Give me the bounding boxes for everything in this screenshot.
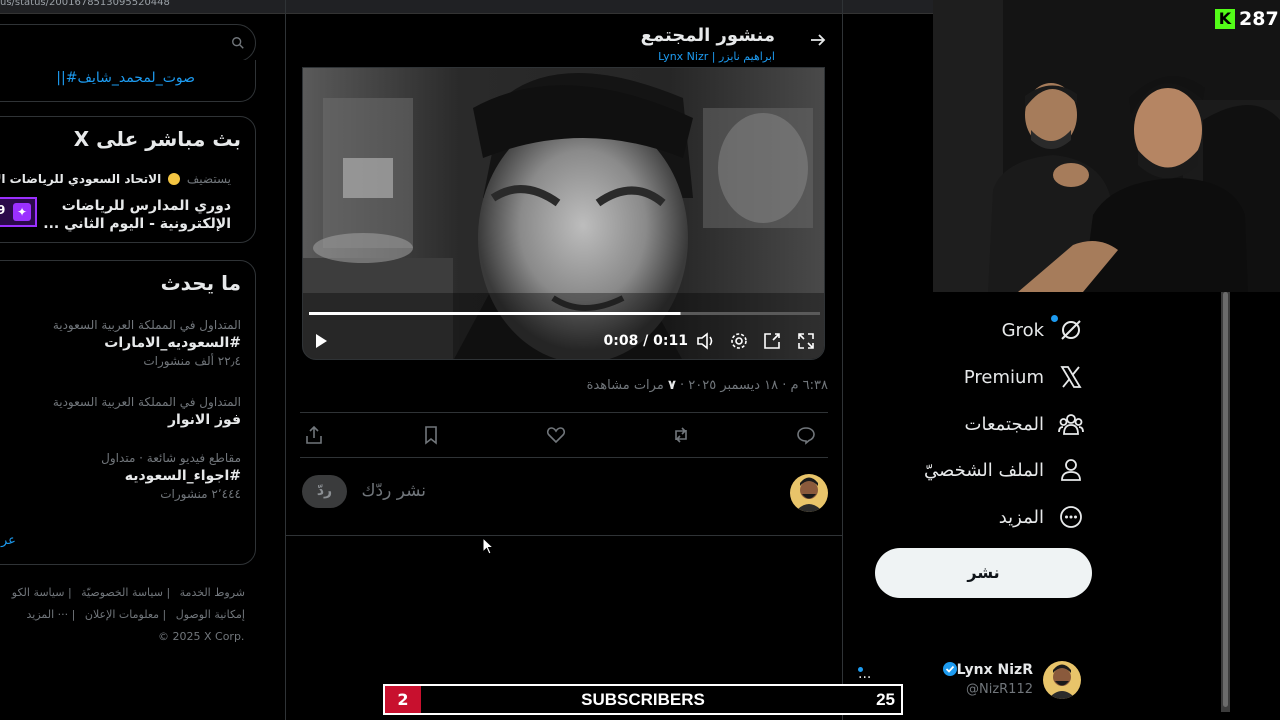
- subscriber-current: 2: [385, 686, 421, 713]
- pip-icon[interactable]: [763, 332, 781, 350]
- scrollbar-thumb[interactable]: [1223, 292, 1228, 707]
- trend-context: المتداول في المملكة العربية السعودية: [52, 318, 241, 332]
- divider: [300, 412, 828, 413]
- trend-item[interactable]: مقاطع فيديو شائعة · متداول #اجواء_السعود…: [11, 450, 241, 502]
- avatar-image: [790, 474, 828, 512]
- video-time: 0:08 / 0:11: [603, 333, 688, 349]
- kick-viewer-badge: K 287: [1215, 7, 1279, 31]
- nav-item-grok[interactable]: Grok: [1002, 312, 1084, 348]
- notification-dot: [1051, 315, 1058, 322]
- cookie-link[interactable]: سياسة الكو: [12, 586, 65, 599]
- search-icon: [232, 37, 244, 49]
- views-label: مرات مشاهدة: [586, 378, 664, 393]
- hashtag-card: ||#صوت_لمحمد_شايف: [0, 60, 256, 102]
- trend-item[interactable]: المتداول في المملكة العربية السعودية فوز…: [11, 394, 241, 430]
- post-header-subtitle[interactable]: Lynx Nizr | ابراهيم نايزر: [560, 50, 775, 63]
- divider: [285, 535, 843, 536]
- settings-gear-icon[interactable]: [730, 332, 748, 350]
- url-text: us/status/2001678513095520448: [0, 0, 170, 8]
- account-handle: @NizR112: [965, 682, 1033, 697]
- accessibility-link[interactable]: إمكانية الوصول: [176, 608, 245, 621]
- whats-happening-card: ما يحدث المتداول في المملكة العربية السع…: [0, 260, 256, 565]
- x-logo-icon: [1060, 366, 1082, 388]
- play-icon[interactable]: [313, 333, 329, 349]
- trend-context: مقاطع فيديو شائعة · متداول: [101, 451, 241, 465]
- hashtag-link[interactable]: ||#صوت_لمحمد_شايف: [56, 70, 195, 86]
- spaces-icon: ✦: [13, 203, 31, 221]
- reply-icon[interactable]: [796, 425, 816, 445]
- live-host[interactable]: يستضيف الاتحاد السعودي للرياضات الإلك: [0, 172, 231, 186]
- post-button[interactable]: نشر: [875, 548, 1092, 598]
- grok-icon: [1061, 320, 1081, 340]
- nav-item-premium[interactable]: Premium: [964, 359, 1084, 395]
- post-timestamp[interactable]: ٦:٣٨ م · ١٨ ديسمبر ٢٠٢٥: [688, 378, 828, 393]
- ads-info-link[interactable]: معلومات الإعلان: [85, 608, 159, 621]
- nav-label: المزيد: [998, 506, 1044, 528]
- live-heading: بث مباشر على X: [73, 127, 241, 151]
- reply-button[interactable]: ردّ: [302, 475, 347, 508]
- nav-item-more[interactable]: المزيد: [999, 499, 1084, 535]
- video-progress-fill: [309, 312, 681, 315]
- nav-label: الملف الشخصيّ: [924, 459, 1044, 481]
- video-frame: [303, 68, 824, 359]
- nav-label: المجتمعات: [964, 413, 1044, 435]
- avatar-image: [1043, 661, 1081, 699]
- repost-icon[interactable]: [671, 425, 691, 445]
- webcam-overlay: [933, 0, 1280, 292]
- trend-name: فوز الانوار: [168, 412, 241, 428]
- post-header-title: منشور المجتمع: [640, 25, 775, 46]
- trending-heading: ما يحدث: [160, 271, 241, 295]
- nav-label: Grok: [1001, 319, 1044, 341]
- nav-item-profile[interactable]: الملف الشخصيّ: [924, 452, 1084, 488]
- mouse-cursor-icon: [482, 537, 494, 555]
- back-arrow-icon[interactable]: [808, 30, 828, 50]
- copyright: © 2025 X Corp.: [158, 630, 245, 643]
- trend-context: المتداول في المملكة العربية السعودية: [52, 395, 241, 409]
- more-circle-icon: [1060, 506, 1082, 528]
- host-prefix: يستضيف: [186, 172, 231, 186]
- live-title[interactable]: دوري المدارس للرياضات الإلكترونية - اليو…: [41, 197, 231, 233]
- trend-name: #اجواء_السعوديه: [124, 468, 241, 484]
- show-more-link[interactable]: عر: [1, 533, 16, 548]
- kick-logo-icon: K: [1215, 9, 1235, 29]
- verified-org-icon: [168, 173, 181, 185]
- nav-label: Premium: [963, 366, 1044, 388]
- live-badge-count: 9: [0, 203, 6, 217]
- trend-count: ٢٢٫٤ ألف منشورات: [143, 354, 241, 368]
- footer-links: شروط الخدمة | سياسة الخصوصيّة | سياسة ال…: [0, 582, 245, 648]
- share-icon[interactable]: [304, 425, 324, 445]
- post-meta: ٦:٣٨ م · ١٨ ديسمبر ٢٠٢٥ · ٧ مرات مشاهدة: [586, 378, 828, 393]
- subscriber-goal-bar: 2 SUBSCRIBERS 25: [383, 684, 903, 715]
- account-name[interactable]: Lynx NizR: [930, 662, 1033, 678]
- account-avatar[interactable]: [1043, 661, 1081, 699]
- more-link[interactable]: ··· المزيد: [27, 608, 69, 621]
- viewer-count: 287: [1239, 8, 1279, 30]
- subscriber-goal: 25: [876, 690, 895, 709]
- volume-icon[interactable]: [696, 332, 716, 350]
- webcam-feed: [933, 0, 1280, 292]
- bookmark-icon[interactable]: [421, 425, 441, 445]
- like-heart-icon[interactable]: [546, 425, 566, 445]
- fullscreen-icon[interactable]: [797, 332, 815, 350]
- search-box[interactable]: [0, 24, 256, 62]
- terms-link[interactable]: شروط الخدمة: [180, 586, 245, 599]
- live-on-x-card: بث مباشر على X يستضيف الاتحاد السعودي لل…: [0, 116, 256, 243]
- live-badge[interactable]: ✦ 9: [0, 197, 37, 227]
- account-more-menu[interactable]: ...: [858, 666, 871, 682]
- verified-badge-icon: [942, 662, 957, 676]
- subscriber-label: SUBSCRIBERS: [581, 690, 705, 709]
- trend-name: #السعوديه_الامارات: [104, 335, 241, 351]
- trend-item[interactable]: المتداول في المملكة العربية السعودية #ال…: [11, 317, 241, 369]
- profile-icon: [1061, 459, 1081, 481]
- account-name-text: Lynx NizR: [956, 662, 1033, 678]
- views-count: ٧: [667, 378, 676, 393]
- trend-count: ٢٬٤٤٤ منشورات: [160, 487, 241, 501]
- user-avatar[interactable]: [790, 474, 828, 512]
- host-name: الاتحاد السعودي للرياضات الإلك: [0, 172, 162, 186]
- nav-item-communities[interactable]: المجتمعات: [965, 406, 1084, 442]
- privacy-link[interactable]: سياسة الخصوصيّة: [81, 586, 163, 599]
- video-player[interactable]: [302, 67, 825, 360]
- divider: [300, 457, 828, 458]
- communities-icon: [1058, 414, 1084, 435]
